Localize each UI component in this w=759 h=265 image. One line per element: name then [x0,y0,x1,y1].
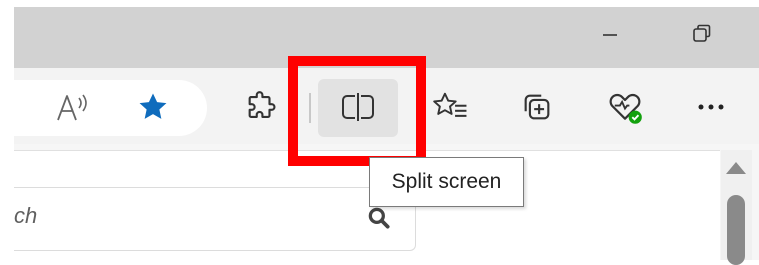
minimize-icon [600,24,620,49]
annotation-highlight-box [288,56,426,166]
collections-icon [520,90,554,129]
read-aloud-button[interactable] [54,91,94,127]
browser-essentials-button[interactable] [604,88,646,130]
browser-essentials-heart-icon [606,88,644,131]
more-menu-icon [696,99,726,117]
restore-button[interactable] [688,22,716,50]
read-aloud-icon [54,90,94,129]
search-icon [366,205,392,236]
extensions-puzzle-icon [244,90,278,129]
restore-icon [691,23,713,50]
favorite-star-icon [136,90,170,129]
collections-button[interactable] [517,89,557,129]
search-button[interactable] [362,205,396,235]
search-placeholder-fragment: ch [14,203,38,228]
address-bar[interactable] [14,80,207,136]
extensions-button[interactable] [241,90,281,128]
add-favorite-button[interactable] [134,91,172,127]
search-input[interactable] [14,187,416,251]
split-screen-tooltip: Split screen [369,157,524,207]
minimize-button[interactable] [596,22,624,50]
favorites-button[interactable] [430,90,470,128]
scroll-up-arrow-icon[interactable] [726,162,746,174]
favorites-list-icon [431,90,469,129]
scrollbar-thumb[interactable] [727,195,745,265]
more-menu-button[interactable] [693,93,729,123]
